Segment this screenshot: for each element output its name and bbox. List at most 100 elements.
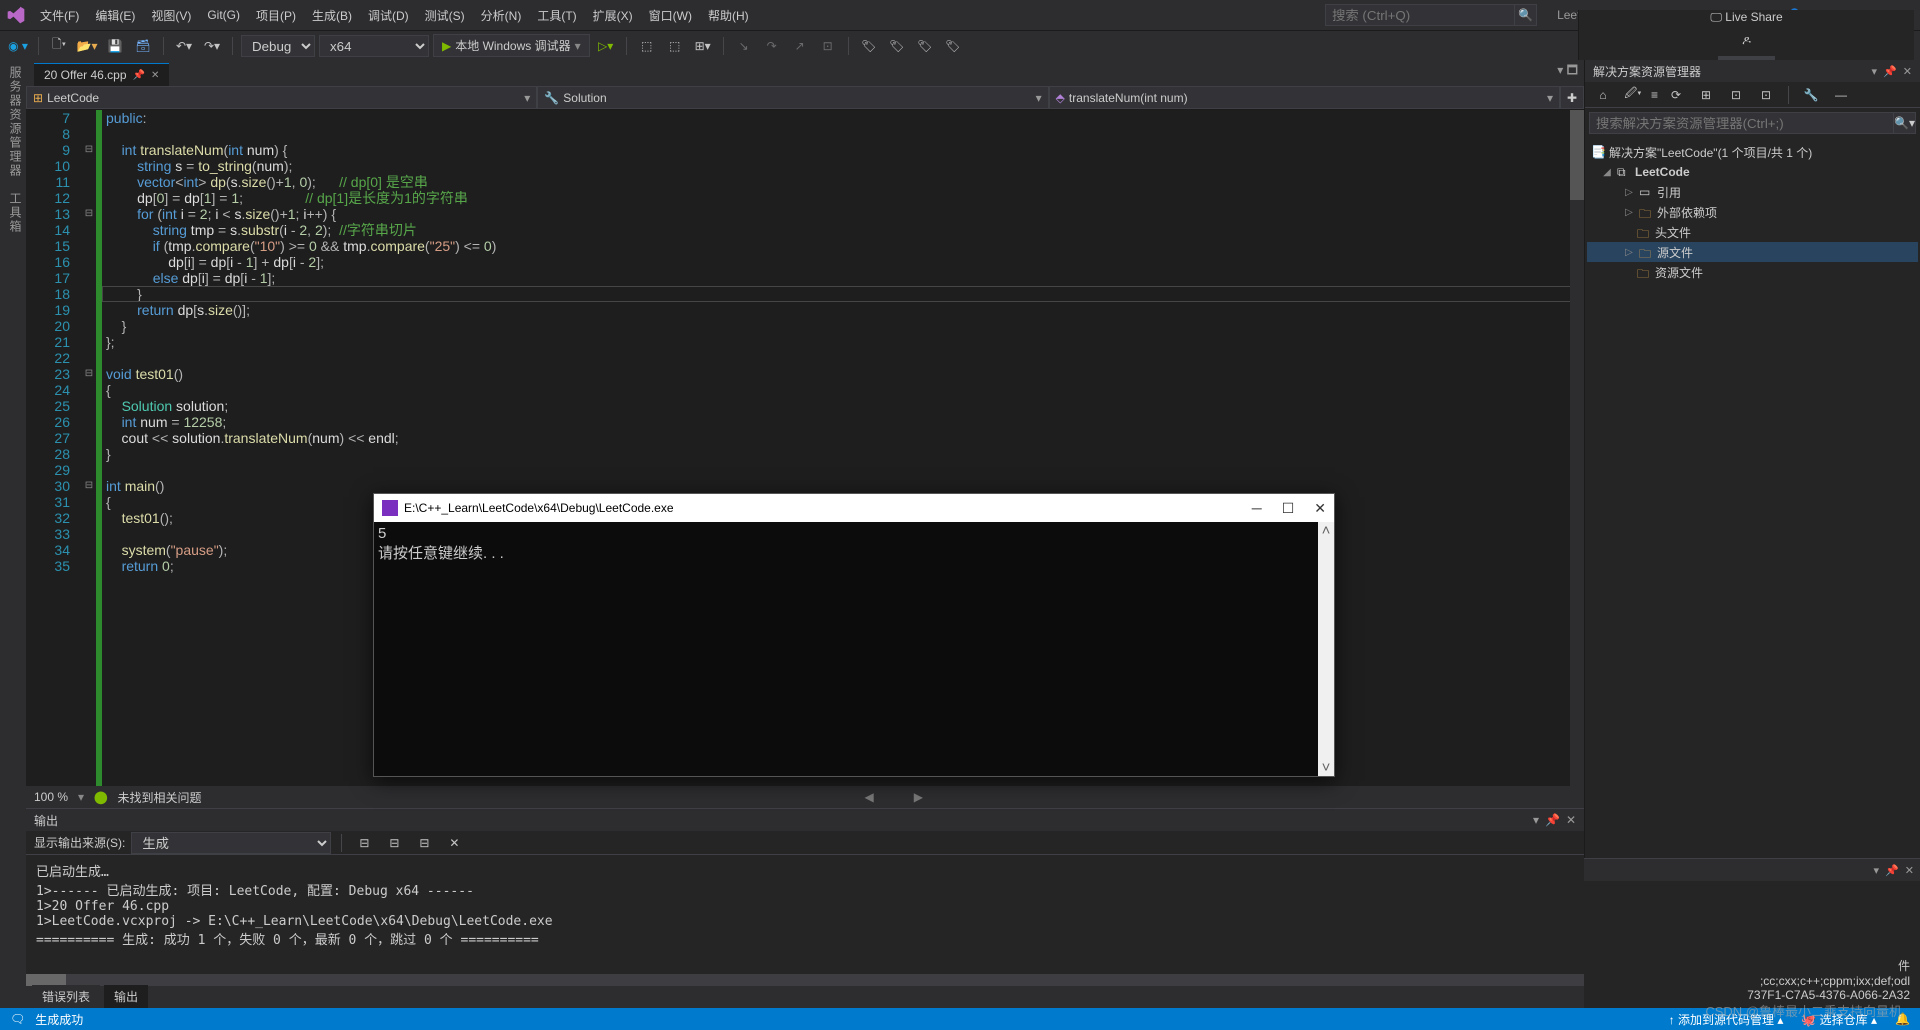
- refresh-icon[interactable]: ⟳: [1664, 83, 1688, 107]
- document-tab[interactable]: 20 Offer 46.cpp 📌 ✕: [34, 63, 169, 86]
- zoom-level[interactable]: 100 %: [34, 790, 68, 804]
- output-log[interactable]: 已启动生成… 1>------ 已启动生成: 项目: LeetCode, 配置:…: [26, 855, 1584, 974]
- search-icon[interactable]: 🔍▾: [1894, 112, 1916, 134]
- tree-node[interactable]: 引用: [1657, 184, 1681, 201]
- menu-item[interactable]: 测试(S): [417, 3, 473, 28]
- properties-panel: ▾📌✕ 件 ;cc;cxx;c++;cppm;ixx;def;odl 737F1…: [1584, 858, 1920, 1008]
- pin-icon[interactable]: 📌: [133, 70, 145, 81]
- server-explorer-tab[interactable]: 服务器资源管理器: [2, 66, 24, 178]
- toolbar-icon[interactable]: ⊞▾: [691, 34, 715, 58]
- clear-output-icon[interactable]: ✕: [442, 831, 466, 855]
- output-tool-icon[interactable]: ⊟: [382, 831, 406, 855]
- tool-icon[interactable]: ⊡: [1754, 83, 1778, 107]
- no-issues-label: 未找到相关问题: [118, 789, 202, 806]
- editor-scrollbar[interactable]: [1570, 110, 1584, 786]
- search-icon[interactable]: 🔍: [1515, 4, 1537, 26]
- close-tab-icon[interactable]: ✕: [151, 70, 159, 81]
- tab-overflow-icon[interactable]: ▾ 🗖: [1551, 57, 1584, 86]
- search-input[interactable]: [1325, 4, 1515, 26]
- live-share-button[interactable]: 🖵 Live Share: [1710, 10, 1782, 25]
- menu-item[interactable]: 工具(T): [529, 3, 584, 28]
- home-icon[interactable]: ⌂: [1591, 83, 1615, 107]
- tool-icon[interactable]: —: [1829, 83, 1853, 107]
- tool-icon[interactable]: 🖉▾: [1621, 83, 1645, 107]
- project-node[interactable]: LeetCode: [1635, 165, 1690, 179]
- panel-pin-icon[interactable]: 📌: [1545, 813, 1560, 827]
- toolbar-icon[interactable]: 🏷: [913, 34, 937, 58]
- tree-node[interactable]: 外部依赖项: [1657, 204, 1717, 221]
- output-tab[interactable]: 输出: [104, 985, 148, 1008]
- menu-item[interactable]: 编辑(E): [87, 3, 143, 28]
- menu-item[interactable]: 分析(N): [473, 3, 530, 28]
- menu-item[interactable]: 窗口(W): [641, 3, 700, 28]
- output-tool-icon[interactable]: ⊟: [412, 831, 436, 855]
- split-editor-icon[interactable]: ✚: [1560, 86, 1584, 109]
- tree-node[interactable]: 资源文件: [1655, 264, 1703, 281]
- new-project-icon[interactable]: 🗋▾: [47, 34, 71, 58]
- member-select[interactable]: ⬘translateNum(int num)▾: [1049, 86, 1560, 109]
- output-tool-icon[interactable]: ⊟: [352, 831, 376, 855]
- left-tool-tabs[interactable]: 服务器资源管理器 工具箱: [0, 60, 26, 1008]
- console-titlebar[interactable]: E:\C++_Learn\LeetCode\x64\Debug\LeetCode…: [374, 494, 1334, 522]
- panel-pin-icon[interactable]: 📌: [1885, 864, 1899, 877]
- panel-menu-icon[interactable]: ▾: [1533, 813, 1539, 827]
- maximize-button[interactable]: ☐: [1282, 500, 1295, 517]
- tree-node[interactable]: 头文件: [1655, 224, 1691, 241]
- visual-studio-icon: [6, 5, 26, 25]
- panel-menu-icon[interactable]: ▾: [1872, 65, 1878, 78]
- solution-root[interactable]: 解决方案"LeetCode"(1 个项目/共 1 个): [1609, 144, 1812, 161]
- menu-item[interactable]: 扩展(X): [585, 3, 641, 28]
- console-scrollbar[interactable]: ˄˅: [1318, 522, 1334, 776]
- panel-pin-icon[interactable]: 📌: [1883, 65, 1897, 78]
- prop-line: 件: [1594, 957, 1910, 974]
- menu-item[interactable]: 生成(B): [304, 3, 360, 28]
- menu-item[interactable]: 帮助(H): [700, 3, 757, 28]
- solution-tree[interactable]: 📑解决方案"LeetCode"(1 个项目/共 1 个) ◢⧉LeetCode …: [1585, 138, 1920, 286]
- navigation-bar: ⊞LeetCode▾ 🔧Solution▾ ⬘translateNum(int …: [26, 86, 1584, 110]
- next-issue-icon[interactable]: ▶: [914, 790, 923, 804]
- toolbar-icon[interactable]: ⬚: [635, 34, 659, 58]
- start-debug-button[interactable]: ▶本地 Windows 调试器▾: [433, 34, 590, 57]
- error-list-tab[interactable]: 错误列表: [32, 985, 100, 1008]
- tool-icon[interactable]: ⊞: [1694, 83, 1718, 107]
- namespace-select[interactable]: ⊞LeetCode▾: [26, 86, 537, 109]
- menu-item[interactable]: 文件(F): [32, 3, 87, 28]
- panel-close-icon[interactable]: ✕: [1566, 813, 1576, 827]
- properties-icon[interactable]: 🔧: [1799, 83, 1823, 107]
- save-all-icon[interactable]: 🗃: [131, 34, 155, 58]
- output-scrollbar[interactable]: [26, 974, 1584, 986]
- open-icon[interactable]: 📂▾: [75, 34, 99, 58]
- panel-close-icon[interactable]: ✕: [1905, 864, 1914, 877]
- menu-item[interactable]: 项目(P): [248, 3, 304, 28]
- close-button[interactable]: ✕: [1314, 500, 1326, 517]
- redo-icon[interactable]: ↷▾: [200, 34, 224, 58]
- toolbar-icon[interactable]: 🏷: [885, 34, 909, 58]
- menu-item[interactable]: 调试(D): [360, 3, 417, 28]
- class-select[interactable]: 🔧Solution▾: [537, 86, 1048, 109]
- tree-node-selected[interactable]: 源文件: [1657, 244, 1693, 261]
- tool-icon[interactable]: ≡: [1651, 88, 1658, 102]
- back-nav-icon[interactable]: ◉ ▾: [6, 34, 30, 58]
- start-without-debug-icon[interactable]: ▷▾: [594, 34, 618, 58]
- prop-line: ;cc;cxx;c++;cppm;ixx;def;odl: [1594, 974, 1910, 988]
- toolbar-icon[interactable]: 🏷: [857, 34, 881, 58]
- toolbox-tab[interactable]: 工具箱: [2, 192, 24, 234]
- minimize-button[interactable]: ─: [1252, 500, 1262, 517]
- output-source-select[interactable]: 生成: [131, 832, 331, 854]
- config-select[interactable]: Debug: [241, 35, 315, 57]
- panel-menu-icon[interactable]: ▾: [1874, 864, 1880, 877]
- toolbar-icon[interactable]: 🏷: [941, 34, 965, 58]
- save-icon[interactable]: 💾: [103, 34, 127, 58]
- toolbar-icon[interactable]: ⬚: [663, 34, 687, 58]
- console-window[interactable]: E:\C++_Learn\LeetCode\x64\Debug\LeetCode…: [373, 493, 1335, 777]
- prev-issue-icon[interactable]: ◀: [865, 790, 874, 804]
- console-output[interactable]: 5 请按任意键继续. . . ˄˅: [374, 522, 1334, 776]
- menu-item[interactable]: Git(G): [199, 4, 248, 26]
- menu-item[interactable]: 视图(V): [143, 3, 199, 28]
- show-all-icon[interactable]: ⊡: [1724, 83, 1748, 107]
- feedback-icon[interactable]: ዶ: [1742, 33, 1751, 48]
- solution-search-input[interactable]: [1589, 112, 1894, 134]
- platform-select[interactable]: x64: [319, 35, 429, 57]
- panel-close-icon[interactable]: ✕: [1903, 65, 1912, 78]
- undo-icon[interactable]: ↶▾: [172, 34, 196, 58]
